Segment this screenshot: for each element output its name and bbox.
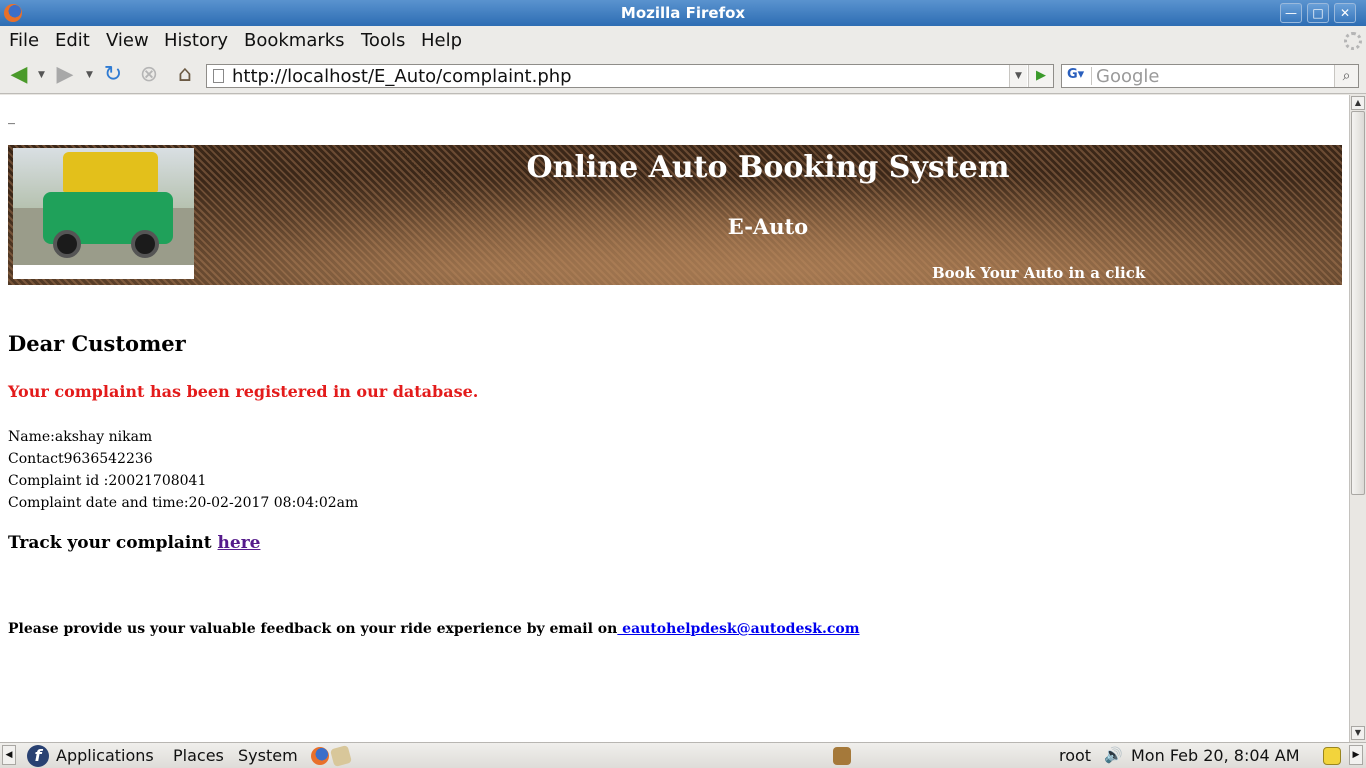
close-button[interactable]: ✕ (1334, 3, 1356, 23)
feedback-text: Please provide us your valuable feedback… (8, 621, 618, 637)
activity-throbber-icon (1344, 32, 1362, 50)
panel-scroll-left-icon[interactable]: ◀ (2, 745, 16, 765)
url-text[interactable]: http://localhost/E_Auto/complaint.php (232, 66, 572, 87)
menu-view[interactable]: View (106, 30, 149, 51)
maximize-button[interactable]: □ (1307, 3, 1329, 23)
track-text: Track your complaint (8, 533, 212, 553)
menu-edit[interactable]: Edit (55, 30, 90, 51)
back-history-dropdown-icon[interactable]: ▼ (38, 70, 45, 80)
applications-menu[interactable]: Applications (56, 746, 154, 765)
page-icon (213, 69, 224, 83)
menu-history[interactable]: History (164, 30, 228, 51)
go-icon[interactable]: ▶ (1028, 65, 1053, 87)
panel-clock[interactable]: Mon Feb 20, 8:04 AM (1131, 746, 1300, 765)
scroll-down-icon[interactable]: ▼ (1351, 726, 1365, 740)
greeting-heading: Dear Customer (8, 331, 186, 356)
minimize-button[interactable]: — (1280, 3, 1302, 23)
window-titlebar: Mozilla Firefox — □ ✕ (0, 0, 1366, 26)
stop-icon[interactable]: ⊗ (136, 63, 162, 89)
url-history-dropdown-icon[interactable]: ▼ (1009, 65, 1027, 87)
customer-name: Name:akshay nikam (8, 429, 153, 445)
forward-history-dropdown-icon[interactable]: ▼ (86, 70, 93, 80)
track-here-link[interactable]: here (218, 533, 261, 553)
confirmation-notice: Your complaint has been registered in ou… (8, 382, 479, 401)
complaint-date-time: Complaint date and time:20-02-2017 08:04… (8, 495, 359, 511)
notes-icon[interactable] (1323, 747, 1341, 765)
panel-user[interactable]: root (1059, 746, 1091, 765)
google-engine-icon[interactable]: G▾ (1064, 67, 1092, 85)
back-icon[interactable]: ◀ (6, 63, 32, 89)
banner-title: Online Auto Booking System (526, 150, 1010, 185)
menu-file[interactable]: File (9, 30, 39, 51)
update-notifier-icon[interactable] (833, 747, 851, 765)
track-complaint-line: Track your complaint here (8, 533, 260, 553)
banner-tagline: Book Your Auto in a click (932, 264, 1146, 282)
navigation-toolbar: ◀ ▼ ▶ ▼ ↻ ⊗ ⌂ http://localhost/E_Auto/co… (0, 56, 1366, 94)
mail-launcher-icon[interactable] (329, 744, 353, 768)
places-menu[interactable]: Places (173, 746, 224, 765)
feedback-email-link[interactable]: eautohelpdesk@autodesk.com (617, 621, 859, 637)
reload-icon[interactable]: ↻ (100, 63, 126, 89)
search-icon[interactable]: ⌕ (1334, 65, 1358, 87)
site-banner: Online Auto Booking System E-Auto Book Y… (8, 145, 1342, 285)
url-bar[interactable]: http://localhost/E_Auto/complaint.php ▼ … (206, 64, 1054, 88)
system-menu[interactable]: System (238, 746, 298, 765)
bottom-panel: ◀ f Applications Places System root 🔊 Mo… (0, 742, 1366, 768)
scroll-up-icon[interactable]: ▲ (1351, 96, 1365, 110)
firefox-launcher-icon[interactable] (311, 747, 329, 765)
complaint-details: Name:akshay nikam Contact9636542236 Comp… (8, 426, 358, 514)
volume-icon[interactable]: 🔊 (1104, 746, 1123, 764)
menu-bar: File Edit View History Bookmarks Tools H… (0, 26, 1366, 56)
menu-help[interactable]: Help (421, 30, 462, 51)
panel-scroll-right-icon[interactable]: ▶ (1349, 745, 1363, 765)
vertical-scrollbar[interactable]: ▲ ▼ (1349, 95, 1366, 742)
menu-tools[interactable]: Tools (361, 30, 405, 51)
feedback-line: Please provide us your valuable feedback… (8, 621, 860, 637)
search-bar[interactable]: G▾ Google ⌕ (1061, 64, 1359, 88)
scroll-thumb[interactable] (1351, 111, 1365, 495)
fedora-logo-icon[interactable]: f (27, 745, 49, 767)
banner-subtitle: E-Auto (727, 214, 809, 239)
customer-contact: Contact9636542236 (8, 451, 153, 467)
home-icon[interactable]: ⌂ (172, 63, 198, 89)
cursor-mark: _ (8, 109, 15, 125)
search-input[interactable]: Google (1096, 66, 1159, 87)
menu-bookmarks[interactable]: Bookmarks (244, 30, 345, 51)
window-title: Mozilla Firefox (620, 4, 746, 22)
forward-icon[interactable]: ▶ (52, 63, 78, 89)
page-content: _ Online Auto Booking System E-Auto Book… (0, 95, 1349, 742)
complaint-id: Complaint id :20021708041 (8, 473, 207, 489)
